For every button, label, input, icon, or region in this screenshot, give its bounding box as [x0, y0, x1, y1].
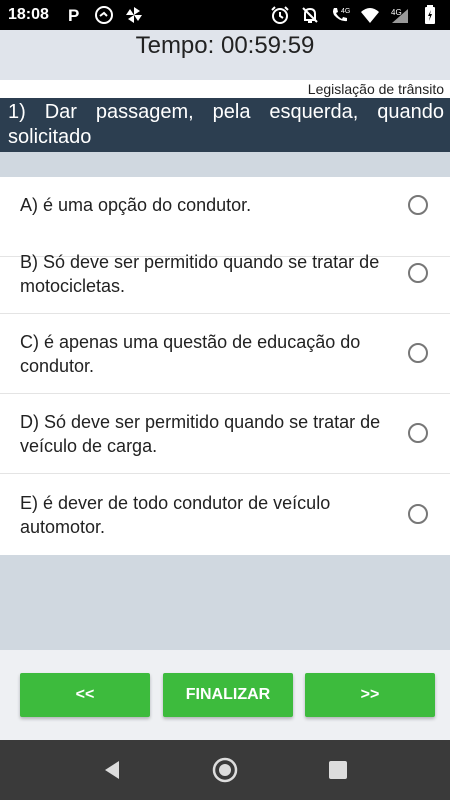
wifi-call-icon: 4G	[330, 5, 350, 25]
alarm-icon	[270, 5, 290, 25]
status-left-icons: P	[64, 5, 144, 25]
svg-text:P: P	[68, 6, 79, 24]
category-bar: Legislação de trânsito	[0, 80, 450, 98]
previous-button[interactable]: <<	[20, 673, 150, 717]
timer-text: Tempo: 00:59:59	[135, 32, 315, 59]
option-label: D) Só deve ser permitido quando se trata…	[20, 412, 381, 456]
back-icon[interactable]	[98, 756, 126, 784]
signal-4g-icon: 4G	[390, 5, 410, 25]
radio-button[interactable]	[408, 423, 428, 443]
wifi-icon	[360, 5, 380, 25]
question-header: 1) Dar passagem, pela esquerda, quando s…	[0, 98, 450, 152]
option-e[interactable]: E) é dever de todo condutor de veículo a…	[0, 475, 450, 555]
status-bar: 18:08 P 4G 4G	[0, 0, 450, 30]
parking-icon: P	[64, 5, 84, 25]
option-label: B) Só deve ser permitido quando se trata…	[20, 252, 380, 296]
footer: << FINALIZAR >>	[0, 650, 450, 740]
timer-bar: Tempo: 00:59:59	[0, 30, 450, 80]
option-label: E) é dever de todo condutor de veículo a…	[20, 493, 331, 537]
navigation-bar	[0, 740, 450, 800]
option-b[interactable]: B) Só deve ser permitido quando se trata…	[0, 234, 450, 314]
option-label: C) é apenas uma questão de educação do c…	[20, 332, 361, 376]
notifications-off-icon	[300, 5, 320, 25]
status-time: 18:08	[8, 6, 49, 23]
option-label: A) é uma opção do condutor.	[20, 195, 252, 215]
next-button[interactable]: >>	[305, 673, 435, 717]
radio-button[interactable]	[408, 343, 428, 363]
svg-text:4G: 4G	[391, 8, 402, 17]
recents-icon[interactable]	[324, 756, 352, 784]
radio-button[interactable]	[408, 504, 428, 524]
network-label: 4G	[341, 8, 350, 15]
clock-speed-icon	[94, 5, 114, 25]
question-text: 1) Dar passagem, pela esquerda, quando s…	[8, 101, 444, 148]
battery-icon	[420, 5, 440, 25]
home-icon[interactable]	[211, 756, 239, 784]
option-c[interactable]: C) é apenas uma questão de educação do c…	[0, 314, 450, 394]
radio-button[interactable]	[408, 263, 428, 283]
option-d[interactable]: D) Só deve ser permitido quando se trata…	[0, 394, 450, 474]
answer-options: A) é uma opção do condutor. B) Só deve s…	[0, 177, 450, 555]
status-right-icons: 4G 4G	[270, 5, 440, 25]
category-label: Legislação de trânsito	[307, 81, 444, 97]
finish-button[interactable]: FINALIZAR	[163, 673, 293, 717]
radio-button[interactable]	[408, 195, 428, 215]
pinwheel-icon	[124, 5, 144, 25]
